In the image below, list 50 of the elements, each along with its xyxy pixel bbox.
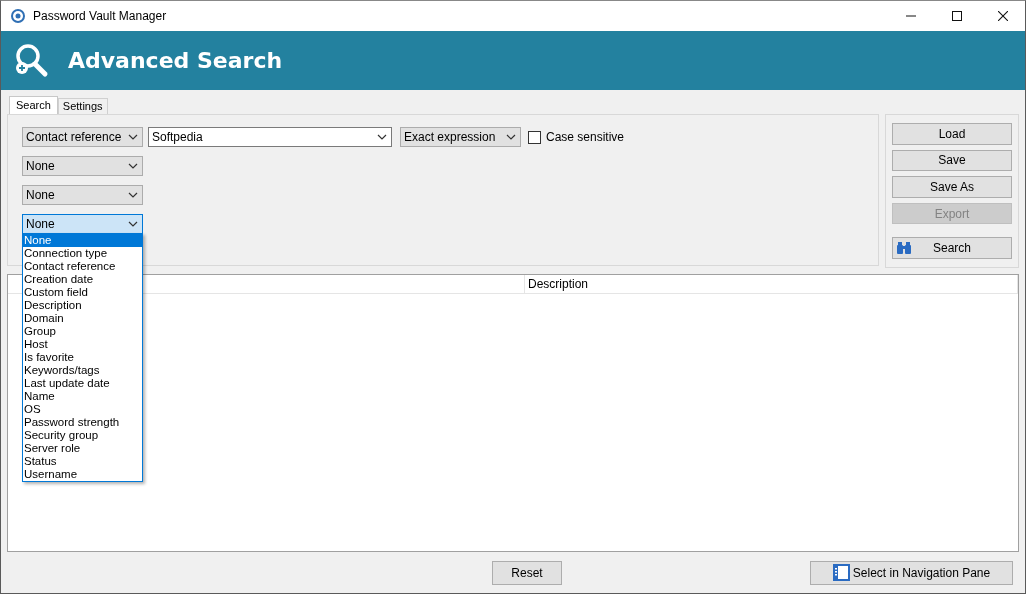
value-field[interactable]: Softpedia [148, 127, 392, 147]
case-checkbox[interactable] [528, 130, 541, 144]
dropdown-option[interactable]: Host [23, 338, 142, 351]
dropdown-option[interactable]: Domain [23, 312, 142, 325]
panel-button[interactable]: Save [892, 149, 1012, 172]
field-dropdown[interactable]: None [22, 156, 143, 176]
search-button[interactable]: Search [892, 237, 1012, 259]
field-dropdown[interactable]: Contact reference [22, 127, 143, 147]
navigation-button[interactable]: Select in Navigation Pane [810, 560, 1013, 585]
dropdown-option[interactable]: Is favorite [23, 351, 142, 364]
dropdown-option[interactable]: Contact reference [23, 260, 142, 273]
tab[interactable]: Settings [57, 98, 108, 114]
caret-icon [128, 161, 138, 171]
dropdown-option[interactable]: Custom field [23, 286, 142, 299]
caret-icon [128, 219, 138, 229]
dropdown-option[interactable]: None [23, 234, 142, 247]
window-title: Password Vault Manager [33, 9, 167, 23]
dropdown-option[interactable]: Username [23, 468, 142, 481]
panel-icon [832, 564, 850, 581]
close-icon[interactable] [998, 11, 1008, 21]
dropdown-option[interactable]: Keywords/tags [23, 364, 142, 377]
caret-icon [128, 190, 138, 200]
panel-button[interactable]: Load [892, 123, 1012, 145]
column-header[interactable]: Description [525, 275, 1018, 293]
panel-button[interactable]: Save As [892, 176, 1012, 198]
dropdown-option[interactable]: Name [23, 390, 142, 403]
dropdown-option[interactable]: Group [23, 325, 142, 338]
binoculars-icon [896, 241, 912, 256]
maximize-icon[interactable] [952, 11, 962, 21]
caret-icon [377, 132, 387, 142]
caret-icon [506, 132, 516, 142]
dropdown-option[interactable]: Creation date [23, 273, 142, 286]
search-add-icon [14, 42, 50, 79]
match-dropdown[interactable]: Exact expression [400, 127, 521, 147]
dropdown-option[interactable]: Description [23, 299, 142, 312]
dropdown-option[interactable]: OS [23, 403, 142, 416]
checkbox-label: Case sensitive [546, 130, 625, 144]
header-title: Advanced Search [68, 48, 283, 73]
reset-button[interactable]: Reset [492, 560, 562, 585]
dropdown-option[interactable]: Password strength [23, 416, 142, 429]
dropdown-option[interactable]: Server role [23, 442, 142, 455]
field-dropdown[interactable]: None [22, 185, 143, 205]
field-dropdown[interactable]: None [22, 214, 143, 234]
dropdown-option[interactable]: Status [23, 455, 142, 468]
caret-icon [128, 132, 138, 142]
dropdown-option[interactable]: Last update date [23, 377, 142, 390]
dropdown-option[interactable]: Security group [23, 429, 142, 442]
dropdown-option[interactable]: Connection type [23, 247, 142, 260]
app-icon [10, 8, 26, 24]
tab[interactable]: Search [9, 96, 58, 114]
